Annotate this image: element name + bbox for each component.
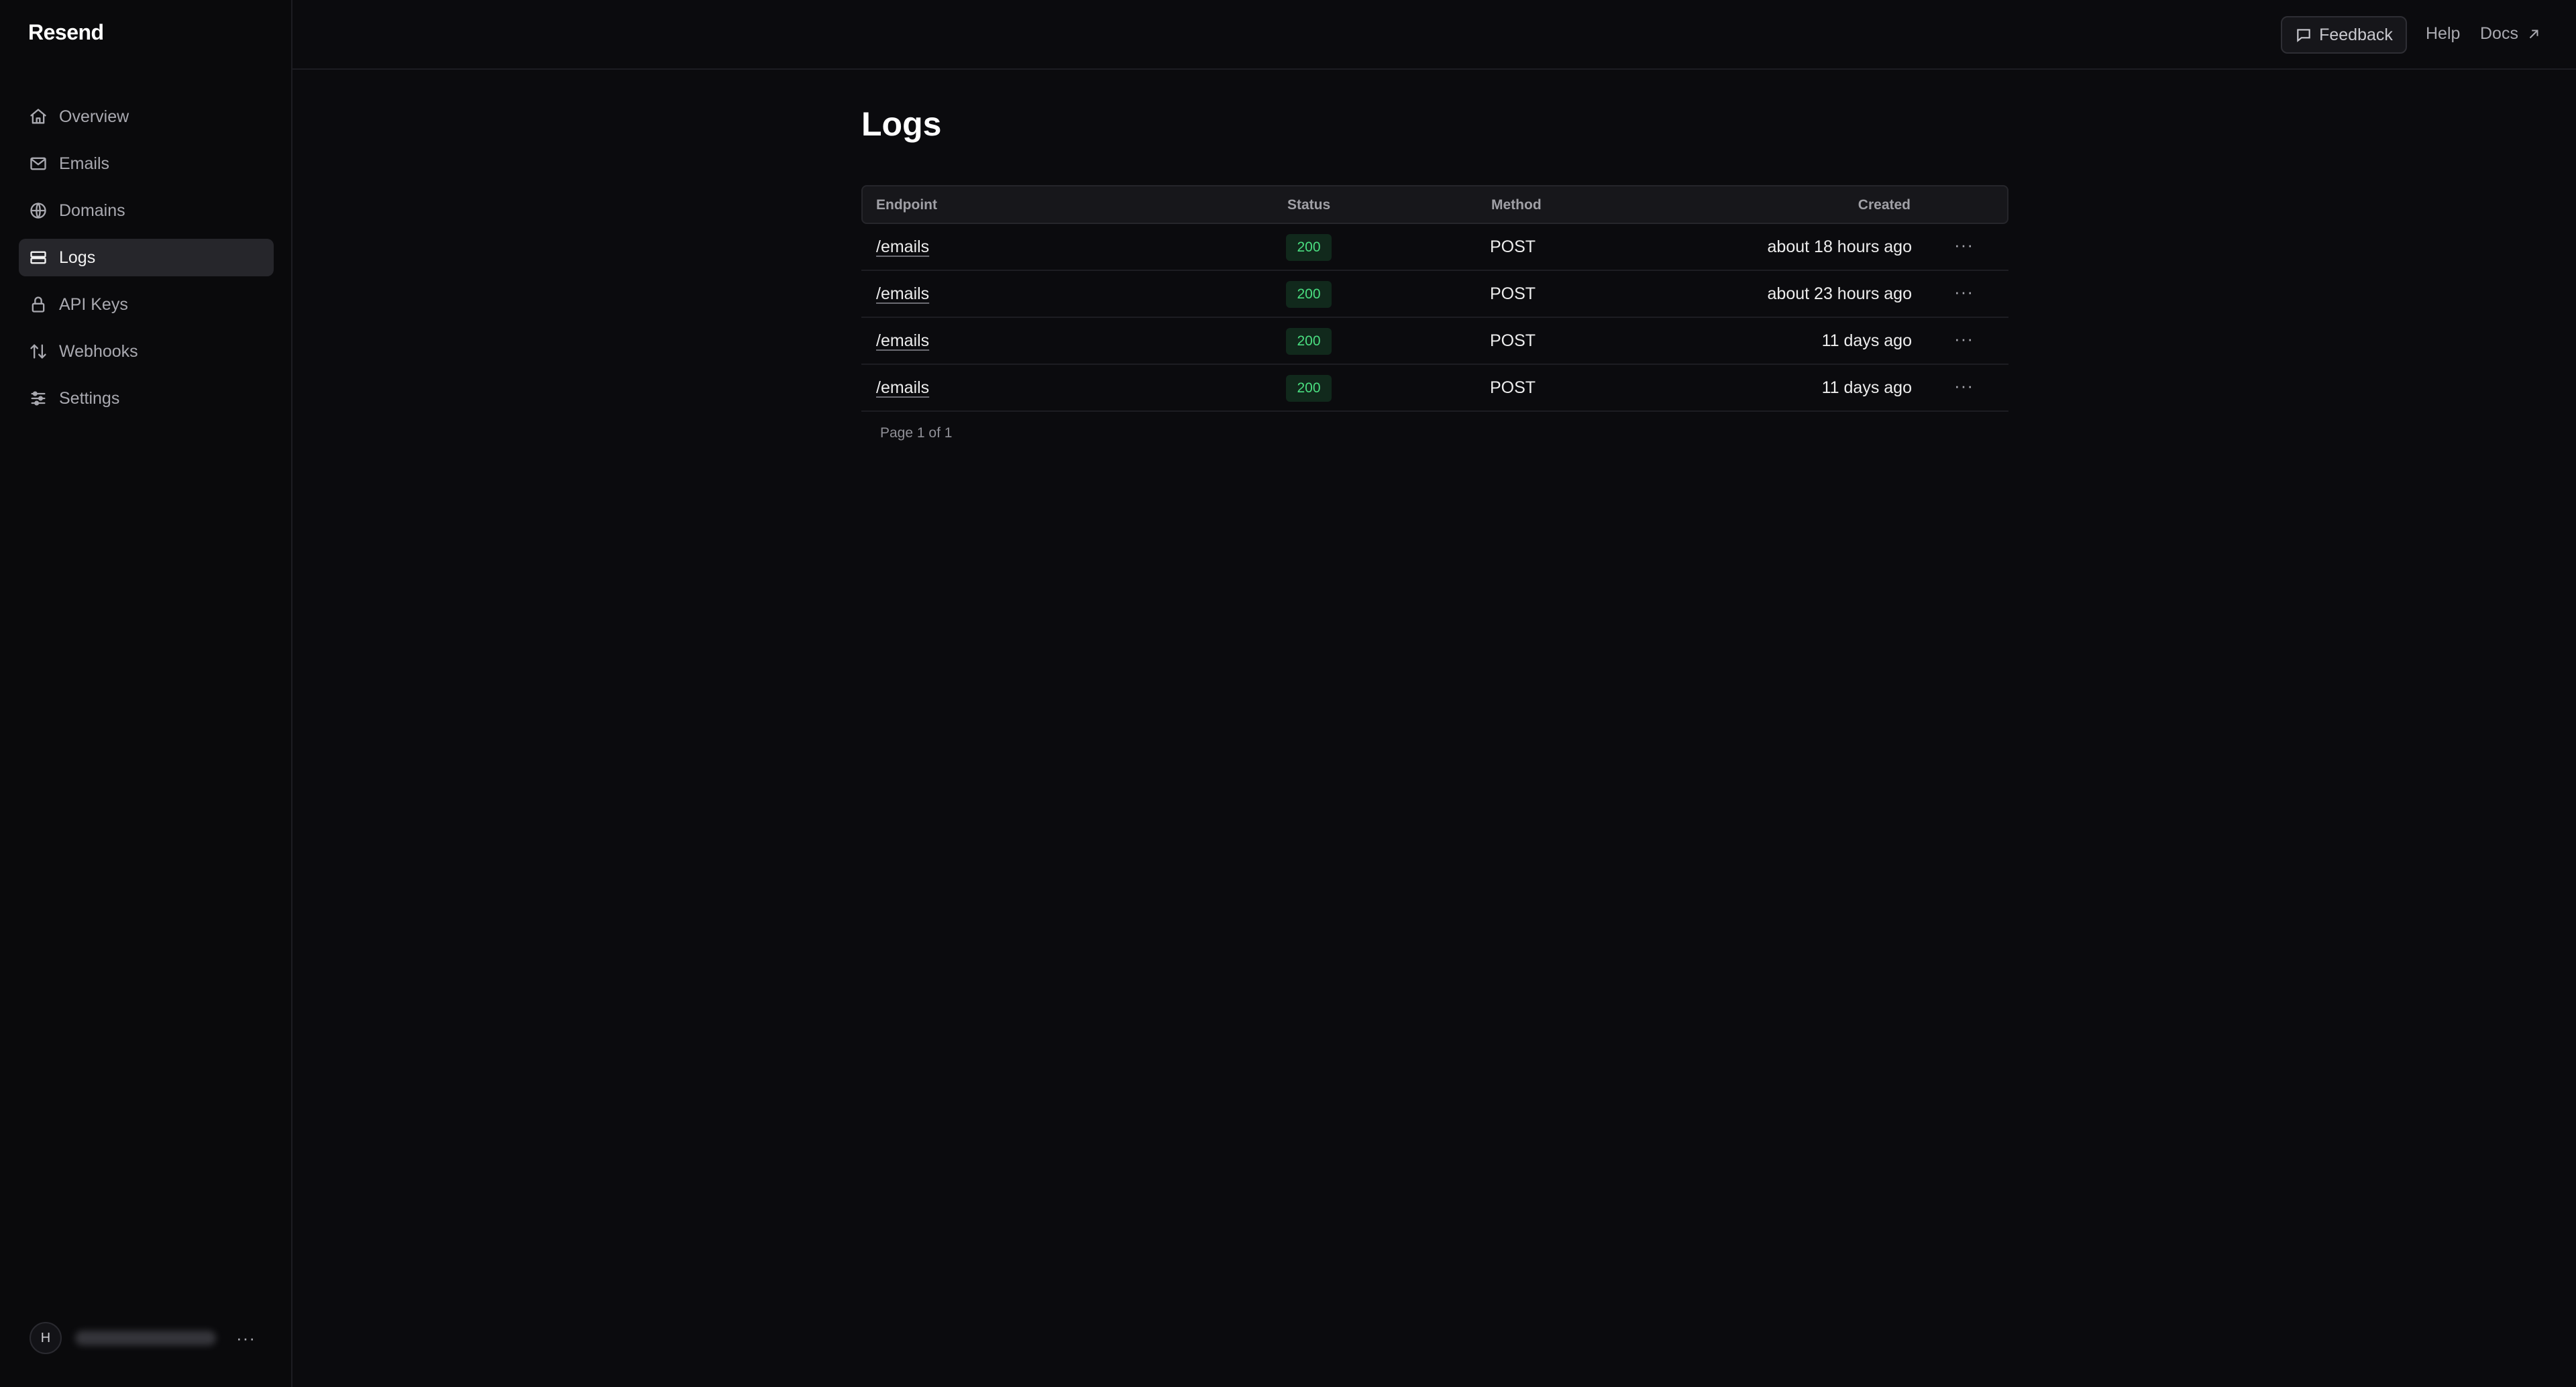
account-name-redacted xyxy=(75,1331,216,1345)
endpoint-link[interactable]: /emails xyxy=(876,284,929,304)
top-bar xyxy=(292,0,2576,70)
sidebar-item-emails[interactable]: Emails xyxy=(19,145,274,182)
column-header-created: Created xyxy=(1858,197,1911,213)
row-more-button[interactable]: ··· xyxy=(1954,376,1974,396)
table-row[interactable]: /emails 200 POST about 23 hours ago ··· xyxy=(861,271,2008,318)
row-more-button[interactable]: ··· xyxy=(1954,329,1974,349)
account-menu[interactable]: H ··· xyxy=(30,1321,258,1355)
method-cell: POST xyxy=(1490,378,1536,397)
status-badge: 200 xyxy=(1286,375,1332,402)
sidebar-nav: Overview Emails Domains Logs API Keys We… xyxy=(19,98,274,427)
status-badge: 200 xyxy=(1286,234,1332,261)
sidebar-item-label: Domains xyxy=(59,201,125,220)
created-cell: about 18 hours ago xyxy=(1767,237,1912,256)
row-more-button[interactable]: ··· xyxy=(1954,282,1974,302)
external-link-icon xyxy=(2529,29,2538,38)
avatar[interactable]: H xyxy=(30,1322,62,1354)
table-row[interactable]: /emails 200 POST 11 days ago ··· xyxy=(861,318,2008,365)
sidebar: Resend Overview Emails Domains Logs API … xyxy=(0,0,292,1387)
mail-icon xyxy=(28,154,48,174)
feedback-button[interactable]: Feedback xyxy=(2281,16,2407,54)
sidebar-item-label: API Keys xyxy=(59,294,128,314)
status-badge: 200 xyxy=(1286,281,1332,308)
method-cell: POST xyxy=(1490,284,1536,303)
sidebar-item-label: Settings xyxy=(59,388,120,408)
method-cell: POST xyxy=(1490,331,1536,350)
column-header-status: Status xyxy=(1287,197,1331,213)
sidebar-item-domains[interactable]: Domains xyxy=(19,192,274,229)
method-cell: POST xyxy=(1490,237,1536,256)
sidebar-item-label: Emails xyxy=(59,154,110,173)
column-header-endpoint: Endpoint xyxy=(876,197,937,213)
endpoint-link[interactable]: /emails xyxy=(876,331,929,351)
column-header-method: Method xyxy=(1491,197,1542,213)
home-icon xyxy=(28,107,48,127)
globe-icon xyxy=(28,201,48,221)
more-icon[interactable]: ··· xyxy=(236,1328,256,1349)
sidebar-item-label: Webhooks xyxy=(59,341,138,361)
table-row[interactable]: /emails 200 POST 11 days ago ··· xyxy=(861,365,2008,412)
table-row[interactable]: /emails 200 POST about 18 hours ago ··· xyxy=(861,224,2008,271)
created-cell: 11 days ago xyxy=(1821,378,1912,397)
status-badge: 200 xyxy=(1286,328,1332,355)
created-cell: 11 days ago xyxy=(1821,331,1912,350)
logs-icon xyxy=(28,247,48,268)
sidebar-item-api-keys[interactable]: API Keys xyxy=(19,286,274,323)
endpoint-link[interactable]: /emails xyxy=(876,378,929,398)
sidebar-item-settings[interactable]: Settings xyxy=(19,380,274,417)
sidebar-item-webhooks[interactable]: Webhooks xyxy=(19,333,274,370)
table-header: Endpoint Status Method Created xyxy=(861,185,2008,224)
sidebar-item-logs[interactable]: Logs xyxy=(19,239,274,276)
feedback-label: Feedback xyxy=(2319,25,2393,44)
sidebar-item-label: Overview xyxy=(59,107,129,126)
lock-icon xyxy=(28,294,48,315)
logs-table: Endpoint Status Method Created /emails 2… xyxy=(861,185,2008,441)
app-logo[interactable]: Resend xyxy=(28,20,104,45)
row-more-button[interactable]: ··· xyxy=(1954,235,1974,256)
sidebar-item-label: Logs xyxy=(59,247,96,267)
pagination-label: Page 1 of 1 xyxy=(880,425,953,441)
sidebar-item-overview[interactable]: Overview xyxy=(19,98,274,135)
endpoint-link[interactable]: /emails xyxy=(876,237,929,257)
created-cell: about 23 hours ago xyxy=(1767,284,1912,303)
message-icon xyxy=(2297,29,2310,42)
sliders-icon xyxy=(28,388,48,408)
page-title: Logs xyxy=(861,105,942,143)
help-link[interactable]: Help xyxy=(2426,24,2460,44)
docs-label: Docs xyxy=(2480,24,2518,43)
docs-link[interactable]: Docs xyxy=(2480,24,2541,44)
webhook-icon xyxy=(28,341,48,362)
